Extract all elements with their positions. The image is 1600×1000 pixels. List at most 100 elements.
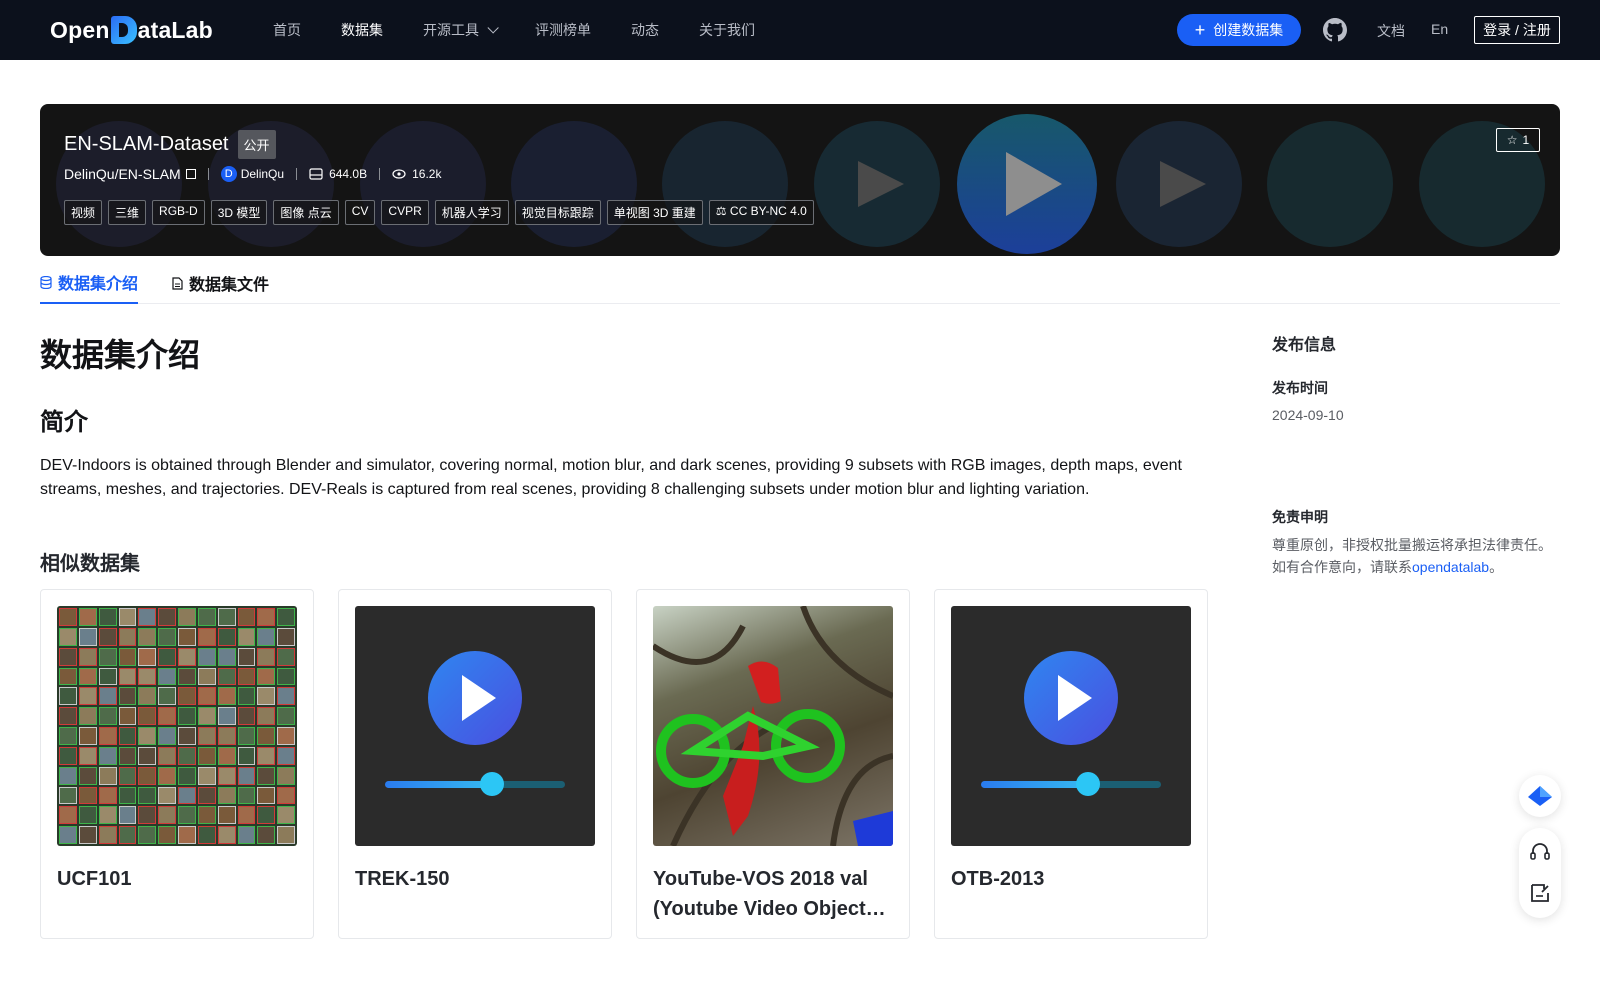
mosaic-tile bbox=[138, 826, 157, 844]
mosaic-tile bbox=[237, 647, 256, 666]
mosaic-tile bbox=[138, 647, 157, 666]
tag[interactable]: 机器人学习 bbox=[434, 200, 509, 225]
mosaic-tile bbox=[118, 826, 137, 844]
tag[interactable]: 3D 模型 bbox=[210, 200, 268, 225]
mosaic-tile bbox=[118, 806, 137, 825]
dataset-tags: 视频 三维 RGB-D 3D 模型 图像 点云 CV CVPR 机器人学习 视觉… bbox=[64, 200, 814, 225]
mosaic-tile bbox=[78, 766, 97, 785]
mosaic-tile bbox=[158, 608, 176, 626]
star-button[interactable]: ☆ 1 bbox=[1496, 128, 1540, 152]
dataset-title-row: EN-SLAM-Dataset 公开 bbox=[64, 130, 276, 159]
mosaic-tile bbox=[59, 667, 77, 686]
mosaic-tile bbox=[138, 667, 157, 686]
license-tag[interactable]: ⚖ CC BY-NC 4.0 bbox=[708, 200, 814, 225]
similar-dataset-card[interactable]: YouTube-VOS 2018 val (Youtube Video Obje… bbox=[636, 589, 910, 939]
nav-item-label: 首页 bbox=[273, 22, 301, 38]
owner-name[interactable]: DelinQu bbox=[241, 167, 284, 181]
mosaic-tile bbox=[59, 707, 77, 725]
dataset-title: EN-SLAM-Dataset bbox=[64, 133, 229, 155]
mosaic-tile bbox=[78, 667, 97, 686]
dataset-thumbnail bbox=[355, 606, 595, 846]
mosaic-tile bbox=[118, 687, 137, 706]
mosaic-tile bbox=[277, 687, 295, 706]
language-switch[interactable]: En bbox=[1431, 21, 1448, 37]
mosaic-tile bbox=[59, 786, 77, 805]
mosaic-tile bbox=[98, 727, 117, 745]
tag[interactable]: 视频 bbox=[64, 200, 103, 225]
tag[interactable]: 视觉目标跟踪 bbox=[514, 200, 601, 225]
mosaic-tile bbox=[138, 608, 157, 626]
mosaic-tile bbox=[78, 806, 97, 825]
mosaic-tile bbox=[217, 687, 236, 706]
tab-dataset-intro[interactable]: 数据集介绍 bbox=[40, 262, 139, 304]
mosaic-tile bbox=[237, 608, 256, 626]
dataset-meta-row: DelinQu/EN-SLAM D DelinQu 644.0B 16.2k bbox=[64, 166, 441, 182]
logo-text-right: ataLab bbox=[137, 16, 213, 43]
nav-item-open-source-tools[interactable]: 开源工具 bbox=[423, 20, 499, 40]
mosaic-tile bbox=[98, 647, 117, 666]
mosaic-tile bbox=[158, 647, 176, 666]
similar-datasets-heading: 相似数据集 bbox=[40, 553, 140, 575]
banner-bg-circle bbox=[360, 121, 486, 247]
mosaic-tile bbox=[78, 786, 97, 805]
headset-icon[interactable] bbox=[1528, 840, 1552, 864]
tab-dataset-files[interactable]: 数据集文件 bbox=[172, 262, 269, 304]
tag[interactable]: RGB-D bbox=[152, 200, 205, 225]
similar-dataset-card[interactable]: UCF101 bbox=[40, 589, 314, 939]
opendatalab-logo[interactable]: Open ataLab bbox=[50, 14, 213, 46]
github-icon[interactable] bbox=[1323, 18, 1347, 42]
tag[interactable]: CVPR bbox=[381, 200, 429, 225]
create-dataset-button[interactable]: + 创建数据集 bbox=[1177, 14, 1301, 46]
mosaic-tile bbox=[197, 727, 216, 745]
page-title: 数据集介绍 bbox=[40, 337, 201, 373]
feedback-edit-icon[interactable] bbox=[1528, 881, 1552, 905]
nav-item-datasets[interactable]: 数据集 bbox=[341, 20, 383, 40]
tag[interactable]: 三维 bbox=[108, 200, 147, 225]
mosaic-tile bbox=[277, 667, 295, 686]
publish-date: 2024-09-10 bbox=[1272, 407, 1344, 423]
play-icon bbox=[858, 161, 904, 207]
mosaic-tile bbox=[257, 627, 276, 646]
mosaic-tile bbox=[158, 826, 176, 844]
divider bbox=[379, 168, 381, 180]
docs-link[interactable]: 文档 bbox=[1377, 21, 1405, 41]
mosaic-tile bbox=[138, 707, 157, 725]
opendatalab-contact-link[interactable]: opendatalab bbox=[1412, 559, 1489, 575]
mosaic-tile bbox=[98, 766, 117, 785]
mosaic-tile bbox=[197, 687, 216, 706]
mosaic-tile bbox=[158, 766, 176, 785]
mosaic-tile bbox=[257, 707, 276, 725]
disclaimer-line: 如有合作意向，请联系opendatalab。 bbox=[1272, 556, 1552, 578]
tag[interactable]: CV bbox=[344, 200, 376, 225]
nav-item-home[interactable]: 首页 bbox=[273, 20, 301, 40]
mosaic-tile bbox=[98, 746, 117, 765]
mosaic-tile bbox=[277, 746, 295, 765]
main-menu: 首页 数据集 开源工具 评测榜单 动态 关于我们 bbox=[273, 0, 795, 60]
mosaic-tile bbox=[217, 608, 236, 626]
mosaic-tile bbox=[78, 727, 97, 745]
scale-icon: ⚖ bbox=[715, 204, 727, 218]
mosaic-tile bbox=[158, 687, 176, 706]
mosaic-tile bbox=[197, 786, 216, 805]
progress-knob bbox=[1076, 772, 1100, 796]
copy-icon[interactable] bbox=[185, 169, 196, 179]
mosaic-tile bbox=[237, 806, 256, 825]
tag[interactable]: 图像 点云 bbox=[273, 200, 339, 225]
mosaic-tile bbox=[98, 667, 117, 686]
nav-item-about[interactable]: 关于我们 bbox=[699, 20, 755, 40]
star-icon: ☆ bbox=[1506, 133, 1518, 147]
tag[interactable]: 单视图 3D 重建 bbox=[606, 200, 703, 225]
dataset-tabs: 数据集介绍 数据集文件 bbox=[40, 262, 1560, 304]
dataset-size: 644.0B bbox=[329, 167, 368, 181]
similar-dataset-card[interactable]: OTB-2013 bbox=[934, 589, 1208, 939]
login-register-button[interactable]: 登录 / 注册 bbox=[1474, 16, 1560, 44]
mosaic-tile bbox=[277, 806, 295, 825]
nav-item-news[interactable]: 动态 bbox=[631, 20, 659, 40]
assistant-button[interactable] bbox=[1519, 775, 1561, 817]
mosaic-tile bbox=[78, 647, 97, 666]
mosaic-tile bbox=[78, 608, 97, 626]
mosaic-tile bbox=[178, 826, 196, 844]
nav-item-leaderboard[interactable]: 评测榜单 bbox=[535, 20, 591, 40]
similar-dataset-card[interactable]: TREK-150 bbox=[338, 589, 612, 939]
mosaic-tile bbox=[59, 746, 77, 765]
